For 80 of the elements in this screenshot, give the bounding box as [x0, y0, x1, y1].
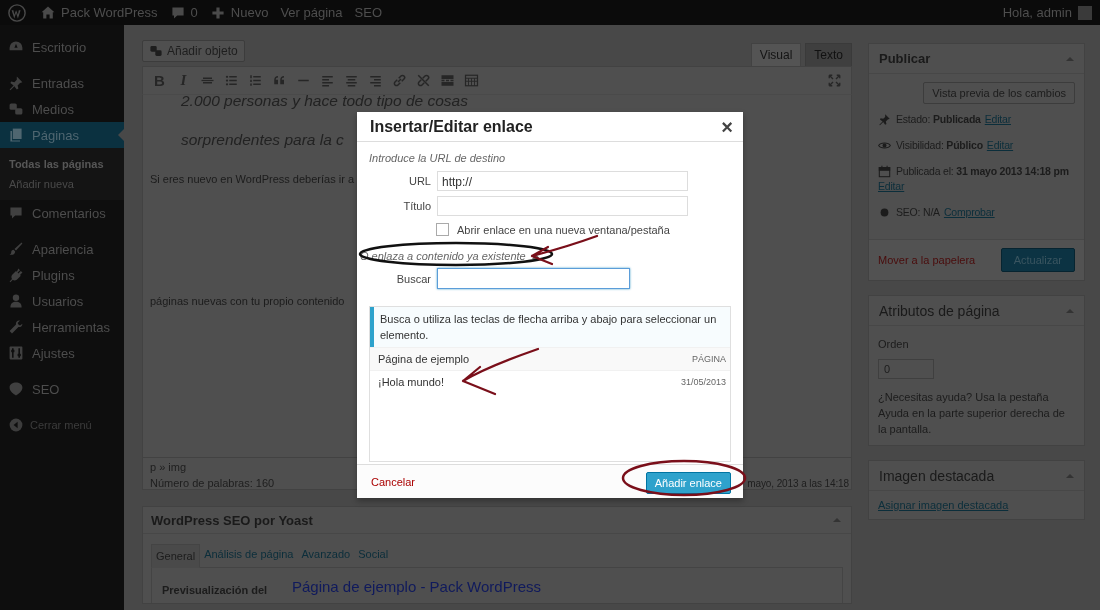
editor-tab[interactable]: Visual [750, 43, 802, 66]
sidebar-item[interactable]: Herramientas [0, 314, 124, 340]
comments-link[interactable]: 0 [169, 4, 198, 21]
greeting-text[interactable]: Hola, admin [1002, 5, 1072, 20]
sidebar-item[interactable]: Escritorio [0, 34, 124, 60]
align-left-icon[interactable] [320, 73, 335, 88]
checkbox-label[interactable]: Abrir enlace en una nueva ventana/pestaña [457, 223, 670, 236]
pushpin-icon [8, 75, 24, 91]
sidebar-item[interactable]: Apariencia [0, 236, 124, 262]
sidebar-item[interactable]: SEO [0, 376, 124, 402]
url-label: URL [408, 175, 431, 187]
trash-link[interactable]: Mover a la papelera [878, 254, 976, 266]
media-icon [149, 44, 163, 58]
toolbar-toggle-icon[interactable] [464, 73, 479, 88]
pages-icon [8, 127, 24, 143]
search-label: Buscar [395, 272, 431, 285]
plus-icon [209, 4, 226, 21]
new-content-link[interactable]: Nuevo [209, 4, 269, 21]
sidebar-item[interactable]: Páginas [0, 122, 124, 148]
title-field[interactable] [437, 196, 688, 216]
search-hint-text: Busca o utiliza las teclas de flecha arriba y abajo para seleccionar un elemento. [370, 307, 730, 347]
sidebar-item[interactable]: Comentarios [0, 200, 124, 226]
seo-tab[interactable]: Avanzado [297, 543, 355, 567]
collapse-icon [8, 417, 24, 433]
edit-link[interactable]: Editar [984, 112, 1011, 127]
wordpress-logo-icon [8, 3, 26, 22]
admin-bar-link[interactable]: Ver página [280, 5, 343, 20]
result-item[interactable]: ¡Hola mundo! 31/05/2013 [370, 370, 730, 393]
search-field[interactable] [437, 268, 630, 289]
instruction-text: Introduce la URL de destino [369, 152, 506, 164]
sidebar-item[interactable]: Usuarios [0, 288, 124, 314]
sidebar-item[interactable]: Medios [0, 96, 124, 122]
bulleted-list-icon[interactable] [224, 73, 239, 88]
edit-link[interactable]: Editar [878, 179, 905, 194]
seo-tab[interactable]: Social [354, 543, 393, 567]
calendar-icon [878, 165, 891, 178]
admin-bar-link[interactable]: SEO [354, 5, 383, 20]
eye-icon [878, 139, 891, 152]
collapse-caret-icon[interactable] [1066, 308, 1074, 313]
snippet-title-link[interactable]: Página de ejemplo - Pack WordPress [292, 578, 541, 603]
close-button[interactable]: × [721, 116, 733, 137]
seo-tab[interactable]: Análisis de página [200, 543, 298, 567]
edit-link[interactable]: Editar [986, 138, 1014, 153]
sidebar-item[interactable]: Entradas [0, 70, 124, 96]
sidebar-item[interactable]: Plugins [0, 262, 124, 288]
align-right-icon[interactable] [368, 73, 383, 88]
wrench-icon [8, 319, 24, 335]
featured-image-link[interactable]: Asignar imagen destacada [878, 499, 1009, 511]
checkbox[interactable] [436, 223, 449, 236]
brush-icon [8, 241, 24, 257]
cancel-link[interactable]: Cancelar [371, 475, 416, 488]
home-icon [40, 4, 56, 21]
unlink-icon[interactable] [416, 73, 431, 88]
read-more-icon[interactable] [440, 73, 455, 88]
link-icon[interactable] [392, 73, 407, 88]
url-field[interactable]: http:// [437, 171, 688, 191]
media-icon [8, 101, 24, 117]
align-center-icon[interactable] [344, 73, 359, 88]
speech-bubble-icon [169, 4, 186, 21]
result-item[interactable]: Página de ejemplo PÁGINA [370, 347, 730, 370]
wordpress-logo-button[interactable] [8, 3, 26, 22]
title-label: Título [402, 200, 431, 212]
submenu-item[interactable]: Todas las páginas [0, 154, 124, 174]
sliders-icon [8, 345, 24, 361]
collapse-caret-icon[interactable] [1066, 473, 1074, 478]
user-icon [8, 293, 24, 309]
seo-logo-icon [8, 381, 24, 397]
sidebar-item[interactable]: Ajustes [0, 340, 124, 366]
edit-link[interactable]: Comprobar [943, 205, 995, 220]
collapse-caret-icon[interactable] [1066, 56, 1074, 61]
site-name-link[interactable]: Pack WordPress [40, 4, 158, 21]
avatar-icon[interactable] [1078, 5, 1092, 20]
numbered-list-icon[interactable] [248, 73, 263, 88]
dialog-title: Insertar/Editar enlace [370, 117, 533, 136]
add-link-button[interactable]: Añadir enlace [645, 471, 731, 494]
pushpin-icon [878, 113, 891, 126]
speech-bubble-icon [8, 205, 24, 221]
fullscreen-icon[interactable] [827, 73, 842, 88]
plug-icon [8, 267, 24, 283]
status-dot-icon [878, 206, 891, 219]
